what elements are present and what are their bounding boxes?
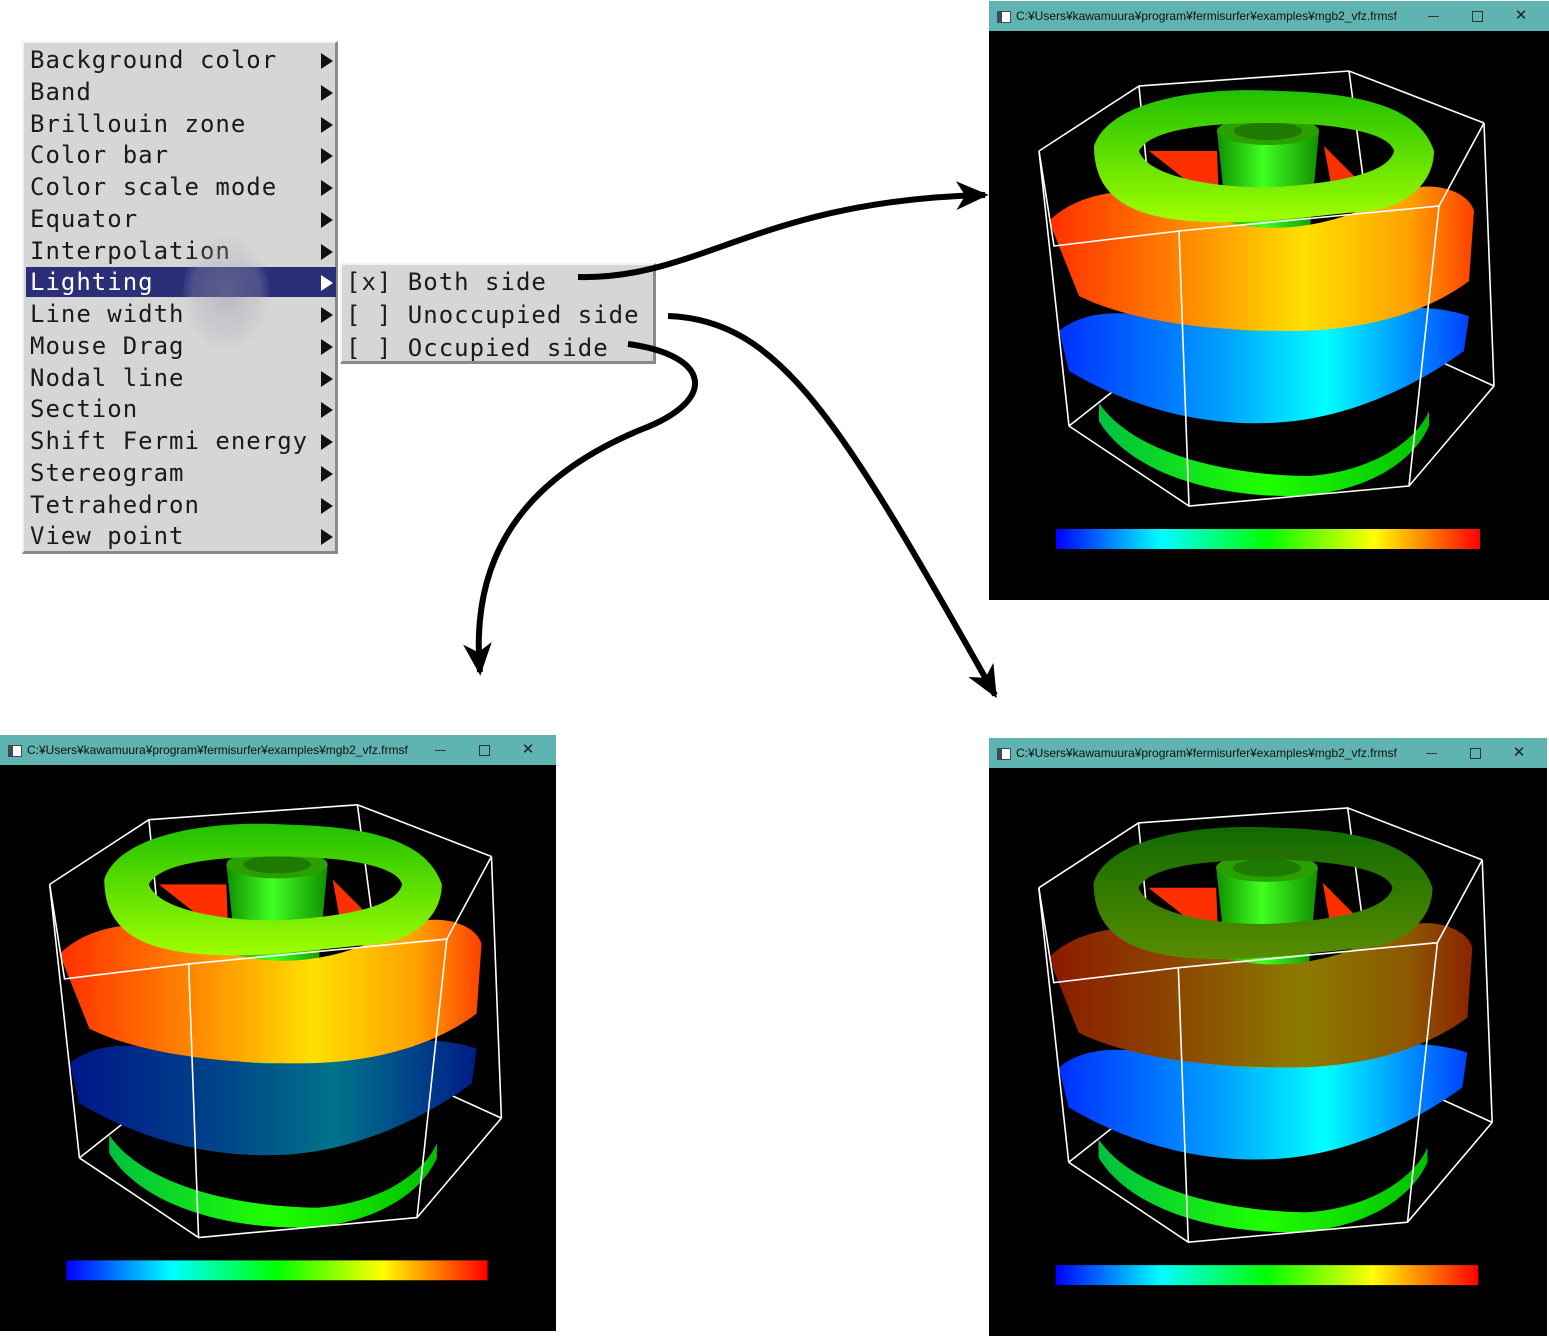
close-button[interactable]: ✕ — [1501, 1, 1541, 31]
window-occupied-side: C:¥Users¥kawamuura¥program¥fermisurfer¥e… — [0, 735, 556, 1331]
app-icon — [997, 748, 1011, 760]
color-bar — [66, 1260, 488, 1281]
minimize-button[interactable] — [1413, 1, 1453, 31]
app-icon — [8, 745, 22, 757]
title-bar[interactable]: C:¥Users¥kawamuura¥program¥fermisurfer¥e… — [989, 1, 1549, 31]
arrow-occupied-side — [463, 341, 698, 676]
fermi-surface-canvas[interactable] — [0, 765, 556, 1331]
minimize-icon — [1425, 752, 1437, 754]
arrow-both-side — [577, 181, 989, 281]
window-title: C:¥Users¥kawamuura¥program¥fermisurfer¥e… — [1016, 746, 1397, 760]
title-bar[interactable]: C:¥Users¥kawamuura¥program¥fermisurfer¥e… — [0, 735, 556, 765]
arrow-unoccupied-side — [667, 313, 998, 699]
maximize-icon — [1471, 10, 1483, 22]
app-icon — [997, 11, 1011, 23]
window-unoccupied-side: C:¥Users¥kawamuura¥program¥fermisurfer¥e… — [989, 738, 1547, 1336]
minimize-icon — [1427, 15, 1439, 17]
close-icon: ✕ — [1514, 7, 1528, 24]
maximize-icon — [478, 744, 490, 756]
maximize-button[interactable] — [1455, 738, 1495, 768]
fermi-surface-canvas[interactable] — [989, 31, 1549, 600]
color-bar — [1056, 529, 1480, 549]
minimize-button[interactable] — [420, 735, 460, 765]
close-icon: ✕ — [1512, 744, 1526, 761]
close-button[interactable]: ✕ — [508, 735, 548, 765]
fermi-surface-canvas[interactable] — [989, 768, 1547, 1336]
minimize-icon — [434, 749, 446, 751]
color-bar — [1055, 1265, 1479, 1286]
window-both-side: C:¥Users¥kawamuura¥program¥fermisurfer¥e… — [989, 1, 1549, 600]
window-title: C:¥Users¥kawamuura¥program¥fermisurfer¥e… — [1016, 9, 1397, 23]
minimize-button[interactable] — [1411, 738, 1451, 768]
maximize-button[interactable] — [464, 735, 504, 765]
window-title: C:¥Users¥kawamuura¥program¥fermisurfer¥e… — [27, 743, 408, 757]
maximize-button[interactable] — [1457, 1, 1497, 31]
close-button[interactable]: ✕ — [1499, 738, 1539, 768]
title-bar[interactable]: C:¥Users¥kawamuura¥program¥fermisurfer¥e… — [989, 738, 1547, 768]
maximize-icon — [1469, 747, 1481, 759]
close-icon: ✕ — [521, 741, 535, 758]
